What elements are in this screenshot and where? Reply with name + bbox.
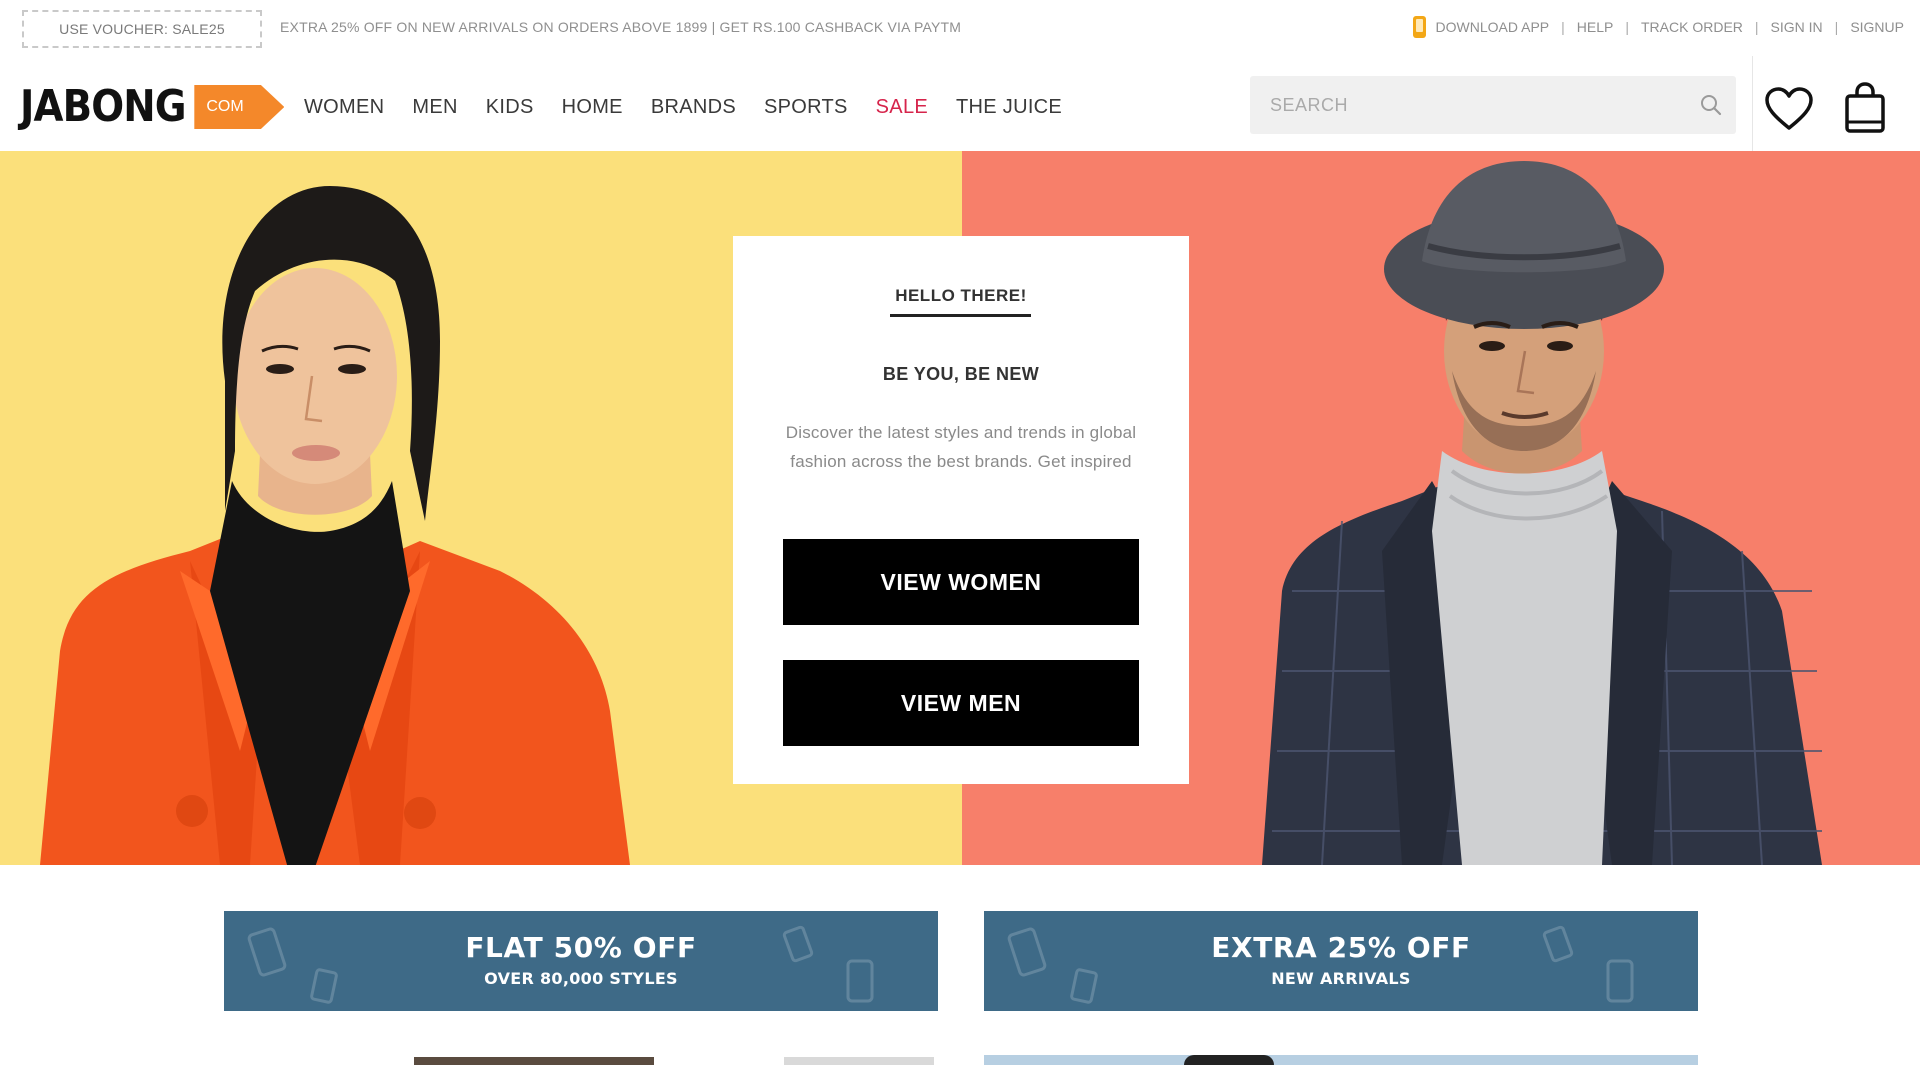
search-input[interactable]	[1250, 76, 1686, 134]
offer-subtitle: NEW ARRIVALS	[1271, 969, 1411, 988]
logo-wordmark: JABONG	[20, 81, 187, 132]
hello-heading: HELLO THERE!	[895, 286, 1027, 305]
site-logo[interactable]: JABONG COM	[20, 81, 285, 132]
hello-underline	[890, 314, 1031, 317]
download-app-link[interactable]: DOWNLOAD APP	[1436, 19, 1550, 35]
view-men-button[interactable]: VIEW MEN	[783, 660, 1139, 746]
search-icon[interactable]	[1686, 76, 1736, 134]
search-bar	[1250, 76, 1736, 134]
nav-men[interactable]: MEN	[412, 96, 457, 119]
hero-welcome-card: HELLO THERE! BE YOU, BE NEW Discover the…	[733, 236, 1189, 784]
nav-women[interactable]: WOMEN	[304, 96, 384, 119]
nav-sale[interactable]: SALE	[876, 96, 928, 119]
nav-kids[interactable]: KIDS	[486, 96, 534, 119]
logo-tag: COM	[194, 85, 285, 129]
hero-tagline: BE YOU, BE NEW	[882, 364, 1040, 384]
separator: |	[1561, 19, 1565, 35]
separator: |	[1834, 19, 1839, 35]
header-divider	[1752, 56, 1753, 151]
hero-banner: HELLO THERE! BE YOU, BE NEW Discover the…	[0, 151, 1920, 865]
track-order-link[interactable]: TRACK ORDER	[1641, 19, 1743, 35]
nav-brands[interactable]: BRANDS	[651, 96, 736, 119]
primary-nav: WOMEN MEN KIDS HOME BRANDS SPORTS SALE T…	[304, 96, 1062, 119]
next-row-tile-right[interactable]	[984, 1055, 1698, 1065]
offer-banner-flat-50[interactable]: FLAT 50% OFF OVER 80,000 STYLES	[224, 911, 938, 1011]
separator: |	[1754, 19, 1759, 35]
offer-banner-extra-25[interactable]: EXTRA 25% OFF NEW ARRIVALS	[984, 911, 1698, 1011]
offer-subtitle: OVER 80,000 STYLES	[484, 969, 678, 988]
sign-in-link[interactable]: SIGN IN	[1771, 19, 1823, 35]
top-strip: USE VOUCHER: SALE25 EXTRA 25% OFF ON NEW…	[0, 0, 1920, 56]
promo-text: EXTRA 25% OFF ON NEW ARRIVALS ON ORDERS …	[280, 19, 962, 35]
voucher-code-box[interactable]: USE VOUCHER: SALE25	[22, 10, 262, 48]
utility-links: DOWNLOAD APP | HELP | TRACK ORDER | SIGN…	[1412, 16, 1904, 38]
nav-home[interactable]: HOME	[562, 96, 623, 119]
nav-the-juice[interactable]: THE JUICE	[956, 96, 1062, 119]
offer-title: EXTRA 25% OFF	[1211, 931, 1471, 964]
main-header: JABONG COM WOMEN MEN KIDS HOME BRANDS SP…	[0, 56, 1920, 151]
shopping-bag-icon[interactable]	[1840, 80, 1890, 136]
view-women-button[interactable]: VIEW WOMEN	[783, 539, 1139, 625]
hero-description: Discover the latest styles and trends in…	[785, 423, 1137, 471]
nav-sports[interactable]: SPORTS	[764, 96, 848, 119]
signup-link[interactable]: SIGNUP	[1850, 19, 1904, 35]
help-link[interactable]: HELP	[1577, 19, 1614, 35]
phone-icon	[1412, 16, 1426, 38]
offer-title: FLAT 50% OFF	[465, 931, 697, 964]
separator: |	[1625, 19, 1629, 35]
heart-icon[interactable]	[1762, 84, 1816, 134]
next-row-tile-left[interactable]	[224, 1055, 938, 1065]
